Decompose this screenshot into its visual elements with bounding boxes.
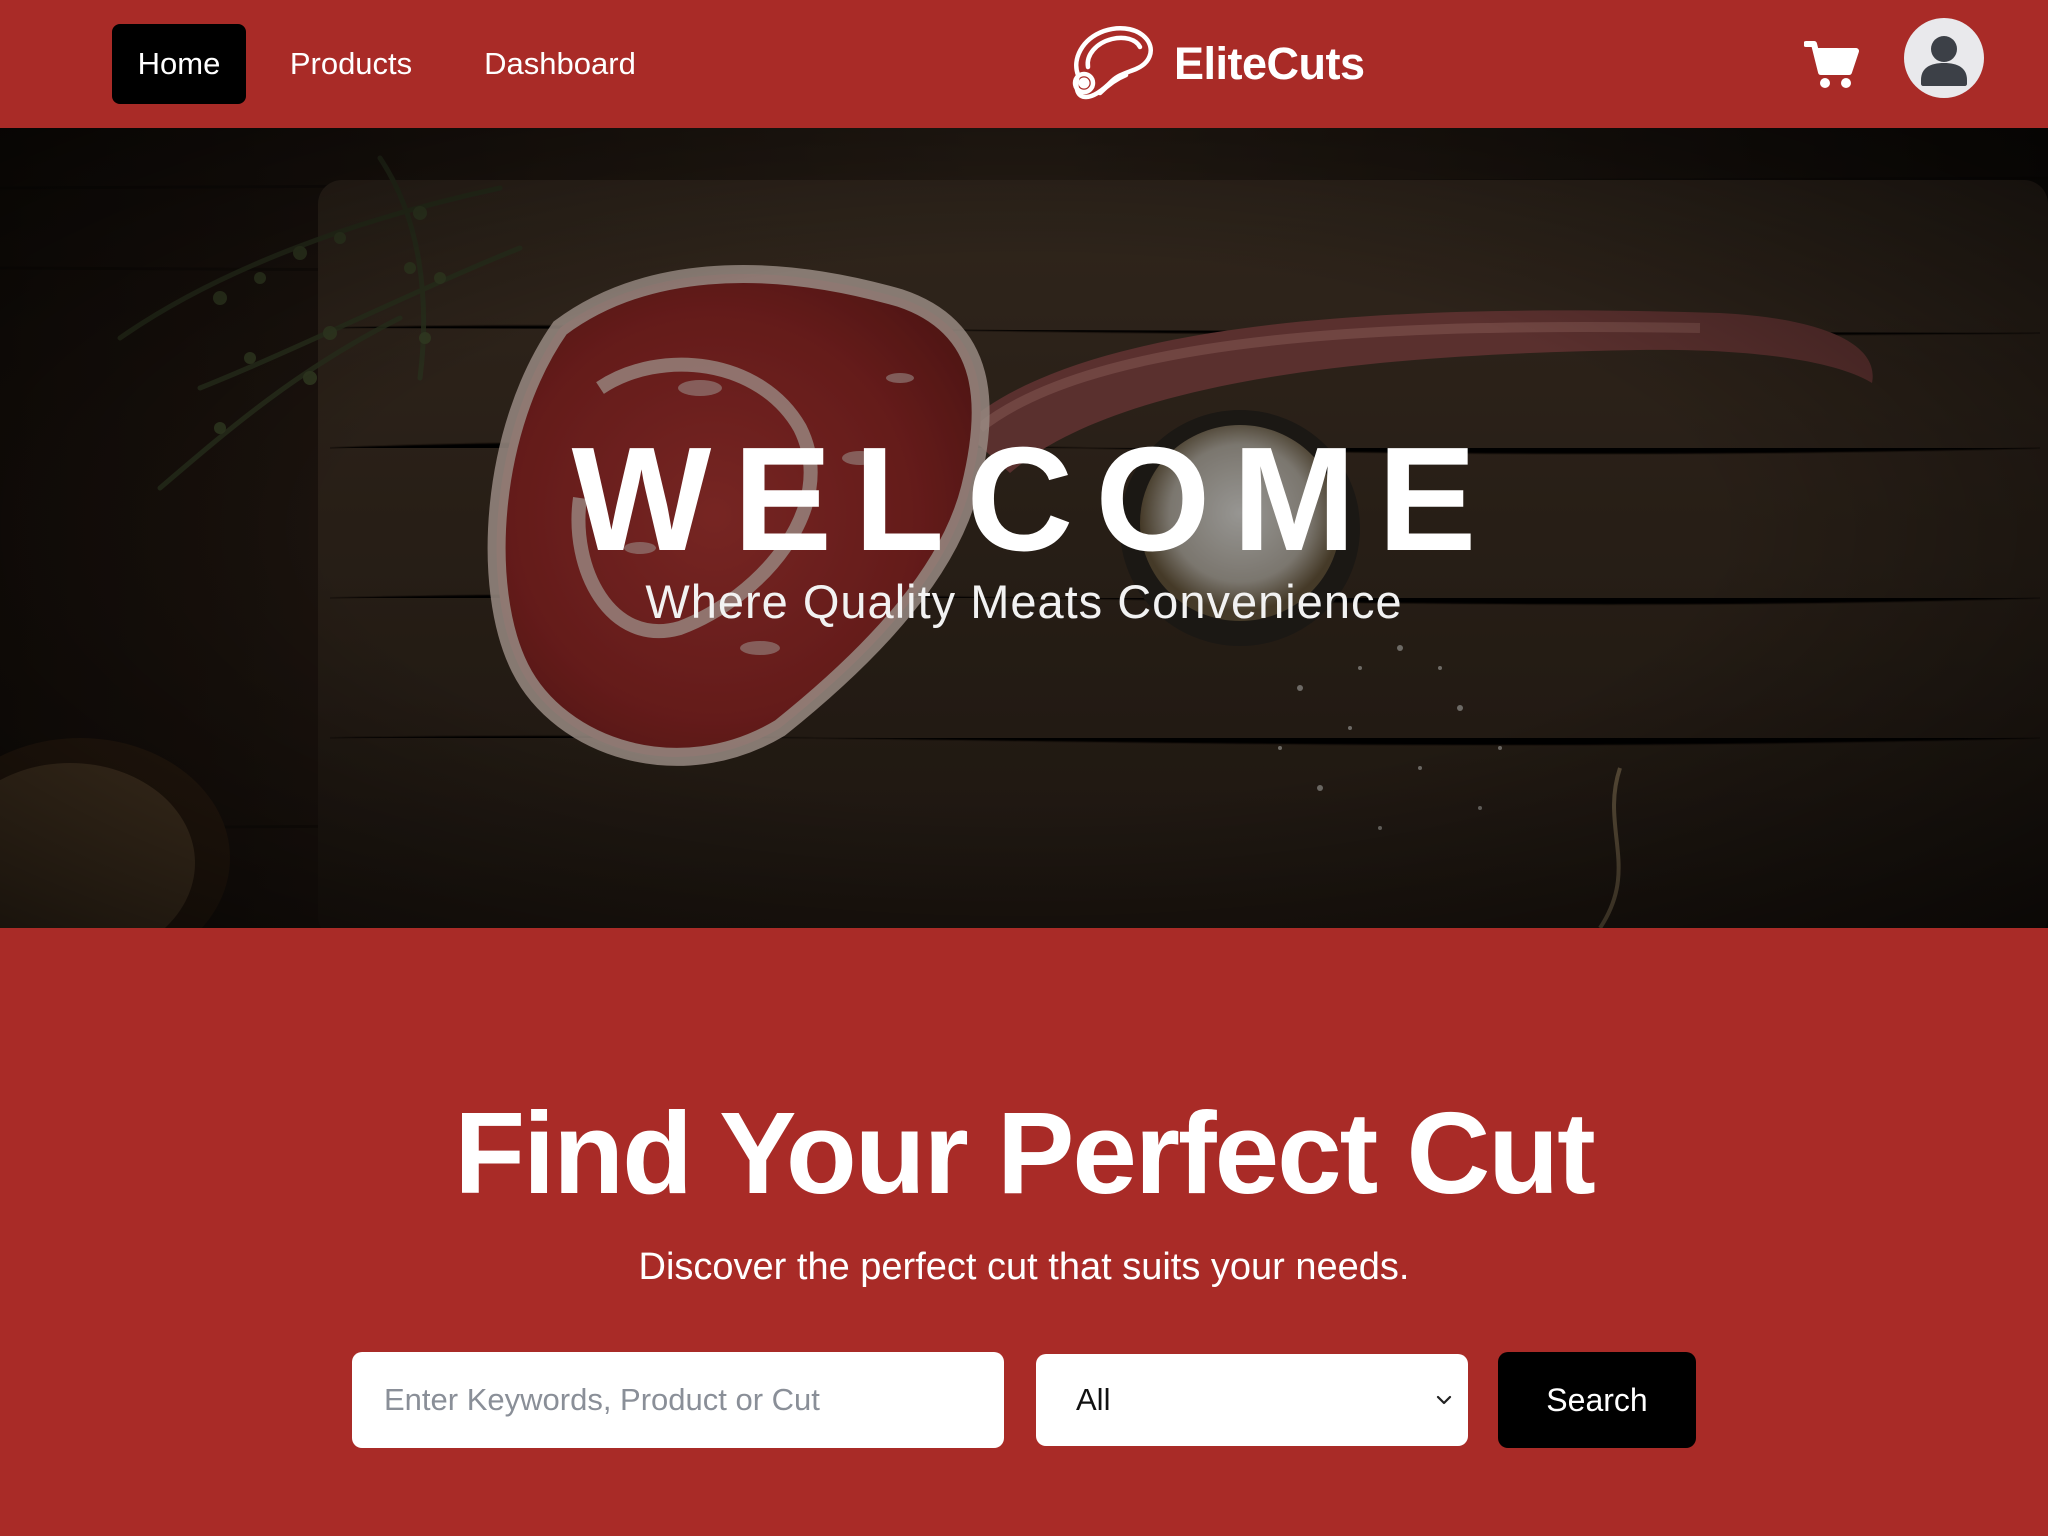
brand-logo-link[interactable]: EliteCuts — [1064, 20, 1365, 108]
brand-name: EliteCuts — [1174, 38, 1365, 89]
search-section-subtitle: Discover the perfect cut that suits your… — [638, 1246, 1410, 1288]
user-avatar-button[interactable] — [1904, 18, 1984, 98]
chevron-down-icon — [1436, 1395, 1452, 1405]
search-button[interactable]: Search — [1498, 1352, 1696, 1448]
search-section-title: Find Your Perfect Cut — [454, 1088, 1596, 1218]
search-input[interactable] — [352, 1352, 1004, 1448]
nav-link-dashboard[interactable]: Dashboard — [468, 24, 652, 104]
cart-button[interactable] — [1803, 38, 1860, 90]
nav-link-home[interactable]: Home — [112, 24, 246, 104]
nav-link-products[interactable]: Products — [270, 24, 432, 104]
category-select-value: All — [1076, 1382, 1111, 1417]
hero-subtitle: Where Quality Meats Convenience — [645, 575, 1403, 628]
hero-title: WELCOME — [571, 417, 1499, 582]
search-section: Find Your Perfect Cut Discover the perfe… — [0, 928, 2048, 1536]
category-select[interactable]: All — [1036, 1354, 1468, 1446]
shopping-cart-icon — [1803, 41, 1859, 88]
user-avatar-icon — [1921, 36, 1967, 86]
top-navbar: Home Products Dashboard EliteCuts — [0, 0, 2048, 128]
steak-icon — [1072, 26, 1153, 100]
hero-banner: WELCOME Where Quality Meats Convenience — [0, 128, 2048, 928]
